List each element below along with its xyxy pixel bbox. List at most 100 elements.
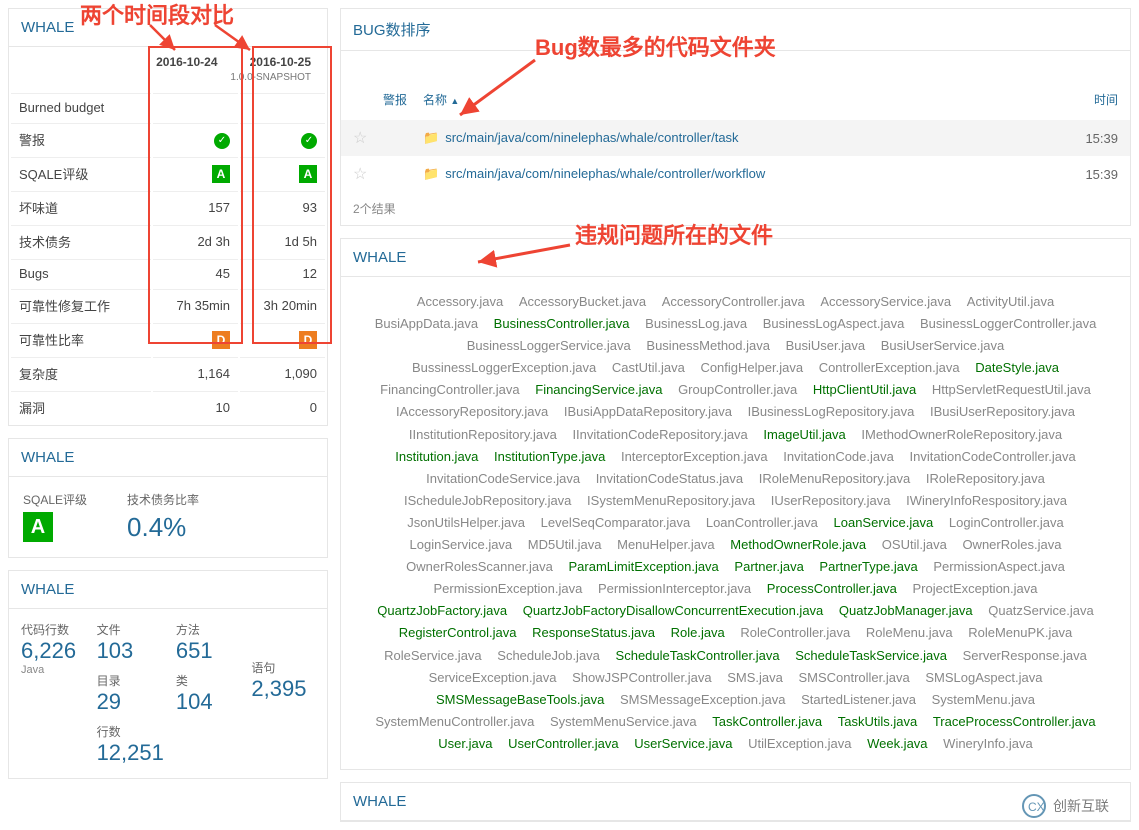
file-item[interactable]: ScheduleTaskController.java	[616, 648, 780, 663]
file-item[interactable]: MD5Util.java	[528, 537, 602, 552]
file-item[interactable]: BusinessController.java	[494, 316, 630, 331]
file-item[interactable]: PermissionException.java	[434, 581, 583, 596]
file-item[interactable]: HttpClientUtil.java	[813, 382, 916, 397]
file-item[interactable]: ResponseStatus.java	[532, 625, 655, 640]
file-item[interactable]: LoginService.java	[410, 537, 513, 552]
file-item[interactable]: RoleController.java	[740, 625, 850, 640]
files-value[interactable]: 103	[97, 638, 164, 664]
file-item[interactable]: ParamLimitException.java	[569, 559, 719, 574]
file-item[interactable]: BusinessLog.java	[645, 316, 747, 331]
file-item[interactable]: WineryInfo.java	[943, 736, 1033, 751]
file-item[interactable]: PermissionAspect.java	[933, 559, 1065, 574]
file-item[interactable]: BusiUser.java	[786, 338, 865, 353]
file-item[interactable]: LoanController.java	[706, 515, 818, 530]
file-item[interactable]: BusinessLoggerService.java	[467, 338, 631, 353]
bug-row[interactable]: ☆📁src/main/java/com/ninelephas/whale/con…	[341, 156, 1130, 192]
file-item[interactable]: InterceptorException.java	[621, 449, 768, 464]
star-icon[interactable]: ☆	[353, 164, 383, 184]
name-header[interactable]: 名称 ▲	[423, 91, 1058, 108]
debt-value[interactable]: 0.4%	[127, 512, 199, 543]
file-item[interactable]: Week.java	[867, 736, 927, 751]
file-item[interactable]: ConfigHelper.java	[700, 360, 803, 375]
file-item[interactable]: MenuHelper.java	[617, 537, 715, 552]
file-item[interactable]: CastUtil.java	[612, 360, 685, 375]
file-item[interactable]: RoleMenu.java	[866, 625, 953, 640]
file-item[interactable]: IRoleRepository.java	[926, 471, 1045, 486]
file-item[interactable]: QuatzService.java	[988, 603, 1094, 618]
file-item[interactable]: PartnerType.java	[819, 559, 917, 574]
file-item[interactable]: UserController.java	[508, 736, 619, 751]
file-item[interactable]: DateStyle.java	[975, 360, 1059, 375]
file-item[interactable]: InvitationCode.java	[783, 449, 894, 464]
methods-value[interactable]: 651	[176, 638, 240, 664]
file-item[interactable]: BusinessMethod.java	[646, 338, 770, 353]
star-icon[interactable]: ☆	[353, 128, 383, 148]
file-item[interactable]: UtilException.java	[748, 736, 851, 751]
file-item[interactable]: Partner.java	[734, 559, 803, 574]
time-header[interactable]: 时间	[1058, 91, 1118, 108]
file-item[interactable]: ControllerException.java	[819, 360, 960, 375]
file-item[interactable]: ActivityUtil.java	[967, 294, 1054, 309]
file-item[interactable]: BussinessLoggerException.java	[412, 360, 596, 375]
file-item[interactable]: InvitationCodeController.java	[909, 449, 1075, 464]
file-item[interactable]: BusinessLoggerController.java	[920, 316, 1096, 331]
file-item[interactable]: ServerResponse.java	[963, 648, 1087, 663]
file-item[interactable]: Institution.java	[395, 449, 478, 464]
file-item[interactable]: InvitationCodeService.java	[426, 471, 580, 486]
file-item[interactable]: SystemMenuService.java	[550, 714, 697, 729]
file-item[interactable]: SystemMenuController.java	[375, 714, 534, 729]
file-item[interactable]: ImageUtil.java	[763, 427, 845, 442]
file-item[interactable]: IInvitationCodeRepository.java	[572, 427, 747, 442]
file-item[interactable]: BusiAppData.java	[375, 316, 478, 331]
file-item[interactable]: IAccessoryRepository.java	[396, 404, 548, 419]
file-item[interactable]: SMSController.java	[798, 670, 909, 685]
file-item[interactable]: PermissionInterceptor.java	[598, 581, 751, 596]
file-item[interactable]: SystemMenu.java	[932, 692, 1035, 707]
loc-value[interactable]: 6,226	[21, 638, 85, 664]
file-item[interactable]: ScheduleJob.java	[497, 648, 600, 663]
stmts-value[interactable]: 2,395	[251, 676, 315, 702]
file-item[interactable]: User.java	[438, 736, 492, 751]
file-item[interactable]: TaskUtils.java	[838, 714, 917, 729]
file-item[interactable]: InvitationCodeStatus.java	[596, 471, 743, 486]
file-item[interactable]: OSUtil.java	[882, 537, 947, 552]
file-item[interactable]: TraceProcessController.java	[933, 714, 1096, 729]
bug-row[interactable]: ☆ 📁src/main/java/com/ninelephas/whale/con…	[341, 120, 1130, 156]
file-item[interactable]: IBusiUserRepository.java	[930, 404, 1075, 419]
classes-value[interactable]: 104	[176, 689, 240, 715]
file-item[interactable]: OwnerRoles.java	[962, 537, 1061, 552]
file-item[interactable]: GroupController.java	[678, 382, 797, 397]
file-item[interactable]: IInstitutionRepository.java	[409, 427, 557, 442]
file-item[interactable]: SMSMessageBaseTools.java	[436, 692, 604, 707]
file-item[interactable]: LevelSeqComparator.java	[541, 515, 691, 530]
file-item[interactable]: FinancingService.java	[535, 382, 662, 397]
dirs-value[interactable]: 29	[97, 689, 164, 715]
warn-header[interactable]: 警报	[383, 91, 423, 108]
file-item[interactable]: IBusiAppDataRepository.java	[564, 404, 732, 419]
file-item[interactable]: IRoleMenuRepository.java	[759, 471, 911, 486]
file-item[interactable]: TaskController.java	[712, 714, 822, 729]
file-item[interactable]: ProjectException.java	[912, 581, 1037, 596]
file-item[interactable]: QuartzJobFactoryDisallowConcurrentExecut…	[523, 603, 824, 618]
file-item[interactable]: IBusinessLogRepository.java	[748, 404, 915, 419]
file-item[interactable]: ProcessController.java	[767, 581, 897, 596]
file-item[interactable]: ISystemMenuRepository.java	[587, 493, 755, 508]
file-item[interactable]: RoleService.java	[384, 648, 482, 663]
file-item[interactable]: InstitutionType.java	[494, 449, 605, 464]
file-item[interactable]: BusinessLogAspect.java	[763, 316, 905, 331]
file-item[interactable]: StartedListener.java	[801, 692, 916, 707]
file-item[interactable]: ServiceException.java	[429, 670, 557, 685]
file-item[interactable]: LoanService.java	[834, 515, 934, 530]
file-item[interactable]: SMSLogAspect.java	[925, 670, 1042, 685]
file-item[interactable]: IMethodOwnerRoleRepository.java	[861, 427, 1062, 442]
file-item[interactable]: AccessoryController.java	[662, 294, 805, 309]
file-item[interactable]: QuatzJobManager.java	[839, 603, 973, 618]
bug-path[interactable]: 📁src/main/java/com/ninelephas/whale/cont…	[423, 130, 1058, 146]
file-item[interactable]: IScheduleJobRepository.java	[404, 493, 571, 508]
file-item[interactable]: LoginController.java	[949, 515, 1064, 530]
file-item[interactable]: SMSMessageException.java	[620, 692, 785, 707]
file-item[interactable]: OwnerRolesScanner.java	[406, 559, 553, 574]
file-item[interactable]: JsonUtilsHelper.java	[407, 515, 525, 530]
file-item[interactable]: BusiUserService.java	[881, 338, 1005, 353]
file-item[interactable]: UserService.java	[634, 736, 732, 751]
